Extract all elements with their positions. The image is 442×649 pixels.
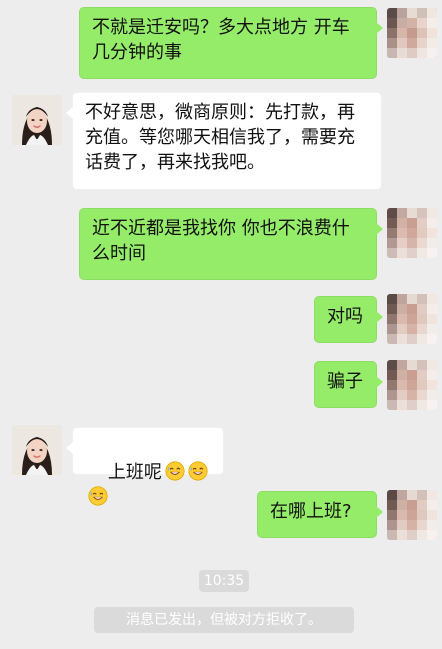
user-avatar[interactable] bbox=[387, 294, 437, 344]
pixelated-avatar-icon bbox=[387, 360, 437, 410]
message-bubble-sent[interactable]: 不就是迁安吗？多大点地方 开车几分钟的事 bbox=[79, 7, 383, 79]
grinning-sweat-icon bbox=[165, 461, 185, 481]
grinning-sweat-icon bbox=[88, 486, 108, 506]
woman-portrait-icon bbox=[12, 95, 62, 145]
message-bubble-sent[interactable]: 近不近都是我找你 你也不浪费什么时间 bbox=[79, 208, 383, 280]
message-bubble-sent[interactable]: 在哪上班? bbox=[257, 491, 383, 538]
user-avatar[interactable] bbox=[387, 208, 437, 258]
system-notice: 消息已发出，但被对方拒收了。 bbox=[94, 607, 354, 633]
message-bubble-received[interactable]: 不好意思，微商原则：先打款，再充值。等您哪天相信我了，需要充话费了，再来找我吧。 bbox=[66, 92, 382, 190]
message-bubble-sent[interactable]: 对吗 bbox=[314, 296, 383, 343]
user-avatar[interactable] bbox=[387, 8, 437, 58]
timestamp: 10:35 bbox=[199, 570, 249, 592]
user-avatar[interactable] bbox=[387, 360, 437, 410]
pixelated-avatar-icon bbox=[387, 208, 437, 258]
woman-portrait-icon bbox=[12, 425, 62, 475]
pixelated-avatar-icon bbox=[387, 8, 437, 58]
contact-avatar[interactable] bbox=[12, 95, 62, 145]
pixelated-avatar-icon bbox=[387, 294, 437, 344]
grinning-sweat-icon bbox=[188, 461, 208, 481]
user-avatar[interactable] bbox=[387, 490, 437, 540]
chat-thread[interactable]: 不就是迁安吗？多大点地方 开车几分钟的事 不好意思，微商原则：先打款，再充值。等… bbox=[0, 0, 442, 649]
message-bubble-received[interactable]: 上班呢 bbox=[66, 427, 224, 506]
message-bubble-sent[interactable]: 骗子 bbox=[314, 361, 383, 408]
pixelated-avatar-icon bbox=[387, 490, 437, 540]
message-text: 上班呢 bbox=[107, 462, 162, 483]
contact-avatar[interactable] bbox=[12, 425, 62, 475]
